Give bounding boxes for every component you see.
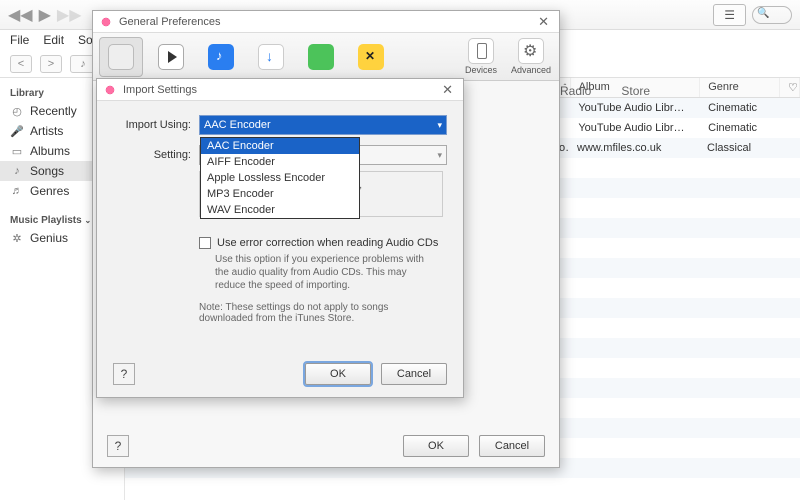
import-using-select[interactable]: AAC Encoder ▾ xyxy=(199,115,447,135)
tab-radio[interactable]: Radio xyxy=(560,84,591,98)
list-view-button[interactable]: ☰ xyxy=(713,4,746,26)
import-settings-window: Import Settings ✕ Import Using: AAC Enco… xyxy=(96,78,464,398)
gp-tool-sharing[interactable]: ♪ xyxy=(199,37,243,77)
sidebar-item-label: Songs xyxy=(30,164,64,178)
note-text: Note: These settings do not apply to son… xyxy=(199,302,427,324)
menu-file[interactable]: File xyxy=(10,33,29,47)
is-close-button[interactable]: ✕ xyxy=(438,82,457,98)
col-genre[interactable]: Genre xyxy=(700,78,780,97)
mic-icon: 🎤 xyxy=(10,125,24,138)
cell-album: YouTube Audio Libr… xyxy=(570,122,700,134)
gp-tool-restrictions[interactable] xyxy=(349,37,393,77)
col-love[interactable]: ♡ xyxy=(780,78,800,97)
gp-close-button[interactable]: ✕ xyxy=(534,14,553,30)
sidebar-item-label: Artists xyxy=(30,124,63,138)
devices-tab-icon xyxy=(468,38,494,64)
search-input[interactable] xyxy=(752,6,792,24)
gp-tool-downloads[interactable] xyxy=(249,37,293,77)
sidebar-item-label: Albums xyxy=(30,144,70,158)
chevron-down-icon: ▾ xyxy=(437,150,442,161)
store-tab-icon xyxy=(308,44,334,70)
gp-toolbar: ♪ Devices Advanced xyxy=(93,33,559,81)
chevron-down-icon: ▾ xyxy=(437,120,442,131)
sidebar-item-label: Genres xyxy=(30,184,69,198)
cell-genre: Cinematic xyxy=(700,122,780,134)
prev-track-icon[interactable]: ◀◀ xyxy=(8,5,33,25)
gp-tool-general[interactable] xyxy=(99,37,143,77)
table-row xyxy=(125,478,800,498)
tab-store[interactable]: Store xyxy=(621,84,650,98)
dropdown-option[interactable]: AIFF Encoder xyxy=(201,154,359,170)
play-icon[interactable]: ▶ xyxy=(39,5,51,25)
itunes-icon xyxy=(103,83,117,97)
dropdown-option[interactable]: MP3 Encoder xyxy=(201,186,359,202)
is-titlebar[interactable]: Import Settings ✕ xyxy=(97,79,463,101)
nav-back-button[interactable]: < xyxy=(10,55,32,73)
select-value: AAC Encoder xyxy=(204,119,271,131)
sharing-tab-icon: ♪ xyxy=(208,44,234,70)
dropdown-option[interactable]: Apple Lossless Encoder xyxy=(201,170,359,186)
tool-label: Devices xyxy=(465,65,497,75)
label-setting: Setting: xyxy=(113,149,191,161)
sidebar-item-label: Recently xyxy=(30,104,77,118)
gp-tool-playback[interactable] xyxy=(149,37,193,77)
advanced-tab-icon xyxy=(518,38,544,64)
genius-icon: ✲ xyxy=(10,232,24,245)
gp-tool-store[interactable] xyxy=(299,37,343,77)
dropdown-option[interactable]: AAC Encoder xyxy=(201,138,359,154)
gp-titlebar[interactable]: General Preferences ✕ xyxy=(93,11,559,33)
note-icon: ♪ xyxy=(10,165,24,177)
label-import-using: Import Using: xyxy=(113,119,191,131)
gp-cancel-button[interactable]: Cancel xyxy=(479,435,545,457)
itunes-icon xyxy=(99,15,113,29)
is-cancel-button[interactable]: Cancel xyxy=(381,363,447,385)
gp-ok-button[interactable]: OK xyxy=(403,435,469,457)
restrictions-tab-icon xyxy=(358,44,384,70)
tool-label: Advanced xyxy=(511,65,551,75)
gp-help-button[interactable]: ? xyxy=(107,435,129,457)
cell-album: www.mfiles.co.uk xyxy=(569,142,699,154)
album-icon: ▭ xyxy=(10,145,24,158)
is-help-button[interactable]: ? xyxy=(113,363,135,385)
encoder-dropdown[interactable]: AAC Encoder AIFF Encoder Apple Lossless … xyxy=(200,137,360,219)
downloads-tab-icon xyxy=(258,44,284,70)
error-correction-checkbox[interactable] xyxy=(199,237,211,249)
cell-genre: Classical xyxy=(699,142,779,154)
general-tab-icon xyxy=(108,44,134,70)
source-tabs: Radio Store xyxy=(560,84,650,98)
is-ok-button[interactable]: OK xyxy=(305,363,371,385)
gp-tool-advanced[interactable]: Advanced xyxy=(509,37,553,77)
menu-edit[interactable]: Edit xyxy=(43,33,64,47)
cell-genre: Cinematic xyxy=(700,102,780,114)
is-title: Import Settings xyxy=(123,84,197,96)
error-correction-help: Use this option if you experience proble… xyxy=(215,253,427,292)
play-tab-icon xyxy=(158,44,184,70)
checkbox-label: Use error correction when reading Audio … xyxy=(217,237,438,249)
cell-album: YouTube Audio Libr… xyxy=(570,102,700,114)
nav-forward-button[interactable]: > xyxy=(40,55,62,73)
gp-title: General Preferences xyxy=(119,16,221,28)
sidebar-item-label: Genius xyxy=(30,231,68,245)
gp-tool-devices[interactable]: Devices xyxy=(459,37,503,77)
dropdown-option[interactable]: WAV Encoder xyxy=(201,202,359,218)
next-track-icon[interactable]: ▶▶ xyxy=(57,5,82,25)
guitar-icon: ♬ xyxy=(10,185,24,197)
clock-icon: ◴ xyxy=(10,105,24,118)
